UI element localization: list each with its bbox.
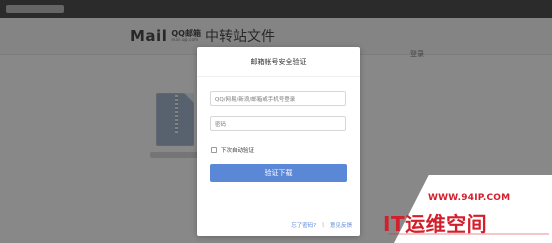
watermark: WWW.94IP.COM IT运维空间	[350, 175, 552, 243]
password-placeholder: 密码	[215, 121, 227, 128]
remember-label: 下次自动验证	[221, 148, 255, 154]
modal-footer-links: 忘了密码? | 意见反馈	[197, 221, 360, 229]
blurred-top-text	[6, 5, 64, 13]
feedback-link[interactable]: 意见反馈	[330, 221, 352, 229]
browser-topbar	[0, 0, 552, 18]
remember-checkbox-row[interactable]: 下次自动验证	[211, 146, 254, 154]
watermark-underline	[389, 233, 549, 235]
forgot-password-link[interactable]: 忘了密码?	[291, 221, 316, 229]
account-placeholder: QQ/网易/新浪/邮箱或手机号登录	[215, 96, 296, 103]
remember-checkbox[interactable]	[211, 147, 217, 153]
verify-download-button[interactable]: 验证下载	[210, 164, 347, 182]
password-input[interactable]: 密码	[210, 116, 346, 131]
footer-separator: |	[322, 222, 324, 228]
watermark-url: WWW.94IP.COM	[428, 193, 511, 203]
modal-title: 邮箱帐号安全验证	[197, 47, 360, 77]
account-input[interactable]: QQ/网易/新浪/邮箱或手机号登录	[210, 91, 346, 106]
verification-modal: 邮箱帐号安全验证 QQ/网易/新浪/邮箱或手机号登录 密码 下次自动验证 验证下…	[197, 47, 360, 236]
